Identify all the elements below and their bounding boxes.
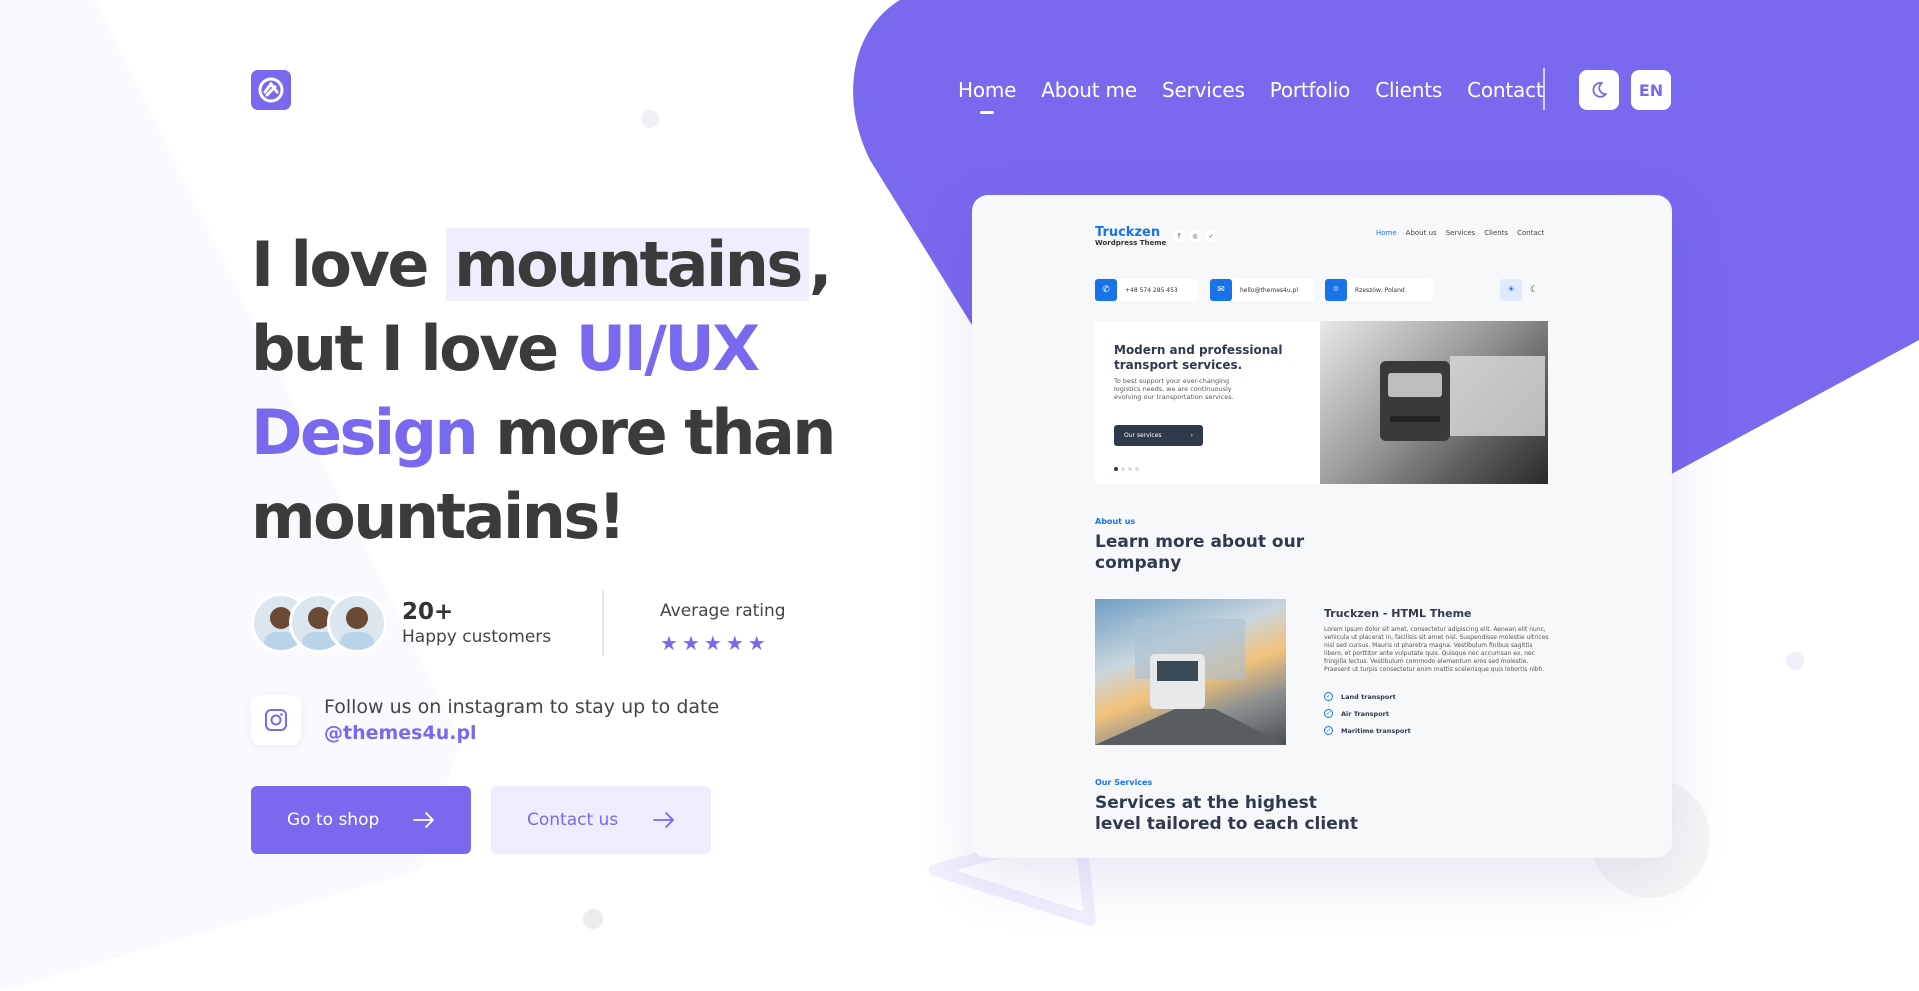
- mockup-check-item: ✓ Air Transport: [1324, 709, 1389, 718]
- check-icon: ✓: [1324, 692, 1333, 701]
- mockup-slider-dots: [1114, 467, 1139, 471]
- mockup-nav-item: About us: [1405, 229, 1437, 237]
- headline-text: but I love: [251, 312, 576, 385]
- contact-us-button[interactable]: Contact us: [491, 786, 711, 854]
- mockup-brand-sub: Wordpress Theme: [1095, 239, 1167, 247]
- nav-services[interactable]: Services: [1162, 76, 1245, 104]
- nav-about-me[interactable]: About me: [1041, 76, 1137, 104]
- nav-divider: [1543, 68, 1545, 110]
- mockup-hero-title: Modern and professional transport servic…: [1114, 343, 1283, 372]
- nav-portfolio[interactable]: Portfolio: [1270, 76, 1351, 104]
- customers-label: Happy customers: [402, 627, 552, 647]
- headline-text: more than: [476, 396, 836, 469]
- headline-accent: Design: [251, 396, 479, 469]
- arrow-right-icon: [653, 812, 674, 828]
- check-icon: ✓: [1324, 726, 1333, 735]
- mockup-theme-title: Truckzen - HTML Theme: [1324, 607, 1472, 620]
- mockup-check-item: ✓ Maritime transport: [1324, 726, 1411, 735]
- rating-label: Average rating: [660, 601, 786, 621]
- headline-text: ,: [808, 228, 833, 301]
- sun-icon: ☀: [1500, 279, 1522, 301]
- go-to-shop-button[interactable]: Go to shop: [251, 786, 471, 854]
- mail-icon: ✉: [1210, 279, 1232, 301]
- arrow-right-icon: [413, 812, 434, 828]
- customer-avatars: [251, 593, 387, 653]
- mockup-email-chip: ✉ hello@themes4u.pl: [1210, 279, 1314, 301]
- nav-home[interactable]: Home: [958, 76, 1016, 114]
- headline-text: mountains!: [251, 480, 626, 553]
- mockup-hero-text: To best support your ever-changing logis…: [1114, 377, 1234, 401]
- check-icon: ✓: [1324, 709, 1333, 718]
- theme-preview-mockup[interactable]: Truckzen Wordpress Theme f ◎ ✓ Home Abou…: [972, 195, 1672, 858]
- instagram-text: Follow us on instagram to stay up to dat…: [324, 696, 719, 744]
- mockup-about-title: Learn more about our company: [1095, 532, 1305, 573]
- nav-clients[interactable]: Clients: [1375, 76, 1442, 104]
- mockup-theme-text: Lorem ipsum dolor sit amet, consectetur …: [1324, 626, 1549, 673]
- logo[interactable]: [251, 70, 291, 110]
- customers-count: 20+: [402, 599, 454, 625]
- mockup-email: hello@themes4u.pl: [1240, 286, 1299, 294]
- mockup-phone-chip: ✆ +48 574 285 453: [1095, 279, 1199, 301]
- chevron-right-icon: ›: [1190, 432, 1193, 439]
- headline-highlight: mountains: [446, 228, 809, 301]
- mockup-nav-item: Home: [1376, 229, 1397, 237]
- mockup-brand: Truckzen: [1095, 225, 1161, 240]
- mockup-location: Rzeszów, Poland: [1355, 286, 1405, 294]
- nav-contact[interactable]: Contact: [1467, 76, 1544, 104]
- rating-stat: Average rating ★ ★ ★ ★ ★: [660, 601, 786, 655]
- facebook-icon: f: [1173, 230, 1185, 242]
- mockup-check-item: ✓ Land transport: [1324, 692, 1396, 701]
- mockup-nav: Home About us Services Clients Contact: [1376, 229, 1544, 237]
- language-button[interactable]: EN: [1631, 70, 1671, 110]
- moon-icon: ☾: [1529, 285, 1539, 295]
- instagram-button[interactable]: [251, 695, 301, 745]
- theme-toggle-button[interactable]: [1579, 70, 1619, 110]
- mockup-services-title: Services at the highest level tailored t…: [1095, 793, 1358, 834]
- mockup-check-label: Air Transport: [1341, 709, 1389, 718]
- instagram-handle-link[interactable]: @themes4u.pl: [324, 722, 719, 744]
- instagram-caption: Follow us on instagram to stay up to dat…: [324, 696, 720, 718]
- mockup-nav-item: Clients: [1484, 229, 1509, 237]
- instagram-icon: ◎: [1189, 230, 1201, 242]
- stat-divider: [602, 590, 604, 656]
- instagram-icon: [265, 709, 287, 731]
- go-to-shop-label: Go to shop: [287, 810, 380, 830]
- logo-mark-icon: [258, 77, 284, 103]
- star-icon: ★: [681, 631, 700, 655]
- mockup-location-chip: ⌾ Rzeszów, Poland: [1325, 279, 1433, 301]
- dot-decor: [583, 909, 603, 929]
- star-icon: ★: [703, 631, 722, 655]
- mockup-check-label: Land transport: [1341, 692, 1396, 701]
- hero-headline: I love mountains, but I love UI/UX Desig…: [251, 223, 871, 559]
- star-icon: ★: [747, 631, 766, 655]
- mockup-nav-item: Services: [1445, 229, 1476, 237]
- headline-text: I love: [251, 228, 447, 301]
- rating-stars: ★ ★ ★ ★ ★: [660, 631, 786, 655]
- mockup-about-kicker: About us: [1095, 517, 1136, 526]
- mockup-truck-image: [1320, 321, 1548, 484]
- dot-decor: [641, 110, 659, 128]
- moon-icon: [1592, 81, 1607, 98]
- avatar: [327, 593, 387, 653]
- main-nav: Home About me Services Portfolio Clients…: [958, 76, 1569, 114]
- star-icon: ★: [725, 631, 744, 655]
- dot-decor: [1786, 652, 1804, 670]
- mockup-services-kicker: Our Services: [1095, 778, 1153, 787]
- mockup-check-label: Maritime transport: [1341, 726, 1411, 735]
- mockup-phone: +48 574 285 453: [1125, 286, 1178, 294]
- mockup-hero-button-label: Our services: [1124, 432, 1162, 439]
- headline-accent: UI/UX: [575, 312, 760, 385]
- contact-us-label: Contact us: [527, 810, 619, 830]
- mockup-truck-photo: [1095, 599, 1286, 745]
- phone-icon: ✆: [1095, 279, 1117, 301]
- twitter-icon: ✓: [1205, 230, 1217, 242]
- mockup-hero-button: Our services ›: [1114, 425, 1203, 446]
- star-icon: ★: [660, 631, 678, 655]
- mockup-nav-item: Contact: [1517, 229, 1545, 237]
- location-pin-icon: ⌾: [1325, 279, 1347, 301]
- customers-stat: 20+ Happy customers: [402, 599, 551, 647]
